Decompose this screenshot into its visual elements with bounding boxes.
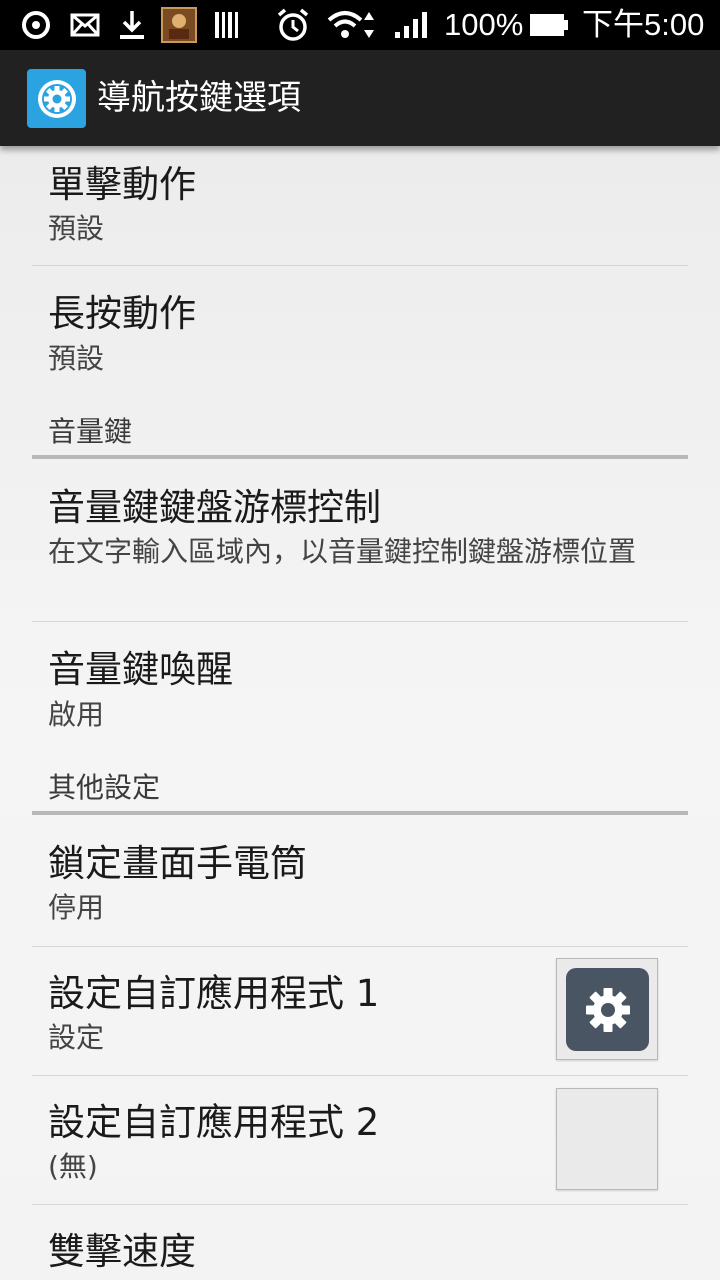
settings-gear-icon (566, 968, 649, 1051)
pref-title: 單擊動作 (48, 163, 196, 206)
pref-summary: 在文字輸入區域內，以音量鍵控制鍵盤游標位置 (48, 535, 637, 568)
sync-circle-icon (18, 0, 54, 50)
download-icon (116, 0, 148, 50)
clock: 下午5:00 (582, 7, 705, 42)
pref-title: 長按動作 (48, 292, 196, 335)
pref-single-tap[interactable]: 單擊動作 預設 (32, 146, 688, 265)
barcode-icon (212, 0, 242, 50)
app-thumbnail-icon (160, 0, 198, 50)
pref-title: 設定自訂應用程式 1 (48, 972, 380, 1015)
pref-summary: 預設 (48, 212, 105, 245)
custom-app-2-icon-preview[interactable] (556, 1088, 658, 1190)
pref-title: 鎖定畫面手電筒 (48, 842, 307, 885)
action-bar: 導航按鍵選項 (0, 50, 720, 146)
wifi-icon (326, 0, 380, 50)
pref-summary: 預設 (48, 342, 105, 375)
battery-percent: 100% (444, 7, 524, 42)
page-title: 導航按鍵選項 (97, 78, 301, 118)
preference-list[interactable]: 單擊動作 預設 長按動作 預設 音量鍵 音量鍵鍵盤游標控制 在文字輸入區域內，以… (0, 146, 720, 1280)
pref-volume-cursor[interactable]: 音量鍵鍵盤游標控制 在文字輸入區域內，以音量鍵控制鍵盤游標位置 (32, 459, 688, 621)
custom-app-1-icon-preview[interactable] (556, 958, 658, 1060)
pref-title: 雙擊速度 (48, 1230, 196, 1273)
pref-title: 音量鍵鍵盤游標控制 (48, 486, 381, 529)
category-volume: 音量鍵 (48, 415, 133, 448)
category-other: 其他設定 (48, 771, 161, 804)
alarm-icon (274, 0, 312, 50)
settings-gear-icon[interactable] (27, 69, 86, 128)
battery-icon (528, 0, 570, 50)
pref-double-tap-speed[interactable]: 雙擊速度 (32, 1205, 688, 1280)
pref-volume-wake[interactable]: 音量鍵喚醒 啟用 (32, 622, 688, 747)
pref-title: 設定自訂應用程式 2 (48, 1101, 380, 1144)
mail-icon (68, 0, 102, 50)
pref-long-press[interactable]: 長按動作 預設 (32, 266, 688, 391)
pref-title: 音量鍵喚醒 (48, 648, 233, 691)
pref-summary: 啟用 (48, 698, 105, 731)
pref-summary: 停用 (48, 891, 105, 924)
pref-lock-flashlight[interactable]: 鎖定畫面手電筒 停用 (32, 815, 688, 946)
status-bar: 100% 下午5:00 (0, 0, 720, 50)
cell-signal-icon (392, 0, 430, 50)
